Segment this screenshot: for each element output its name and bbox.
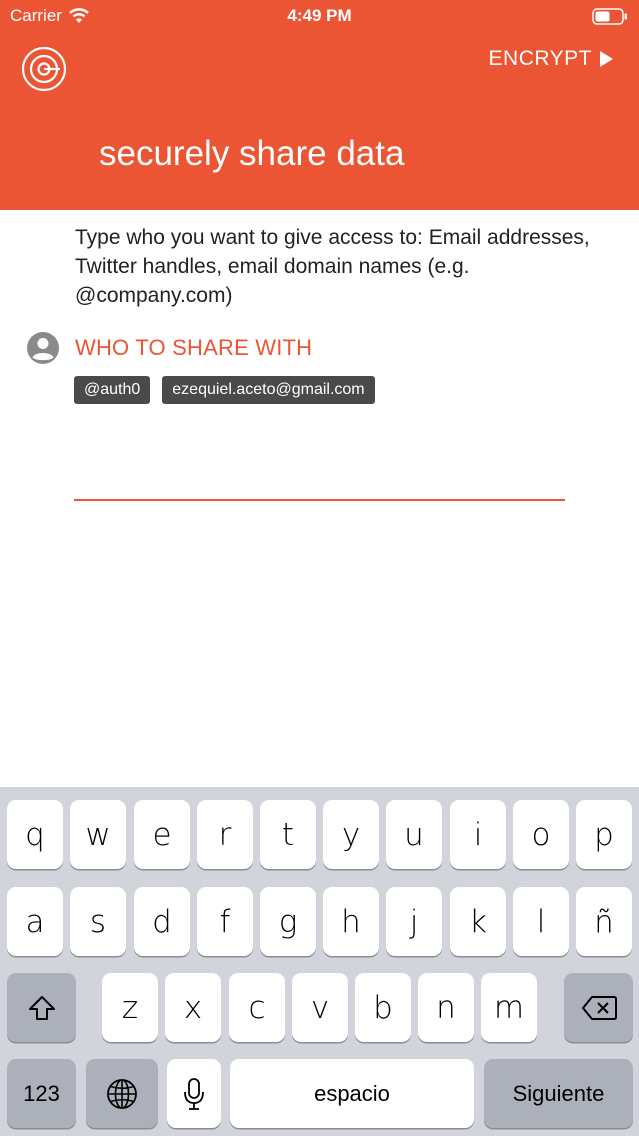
key-q[interactable]: q bbox=[7, 800, 63, 869]
key-h[interactable]: h bbox=[323, 887, 379, 956]
key-w[interactable]: w bbox=[70, 800, 126, 869]
key-j[interactable]: j bbox=[386, 887, 442, 956]
battery-icon bbox=[592, 8, 627, 25]
key-f[interactable]: f bbox=[197, 887, 253, 956]
globe-key[interactable] bbox=[86, 1059, 158, 1128]
app-logo-icon[interactable] bbox=[20, 45, 68, 93]
key-v[interactable]: v bbox=[292, 973, 348, 1042]
recipient-chips: @auth0 ezequiel.aceto@gmail.com bbox=[74, 376, 375, 404]
recipient-chip[interactable]: @auth0 bbox=[74, 376, 151, 404]
globe-icon bbox=[107, 1078, 137, 1109]
page-title: securely share data bbox=[99, 134, 405, 173]
key-e[interactable]: e bbox=[134, 800, 190, 869]
dictation-key[interactable] bbox=[167, 1059, 221, 1128]
instructions-text: Type who you want to give access to: Ema… bbox=[75, 226, 590, 307]
app-header: Carrier 4:49 PM ENCRYPT securely share d… bbox=[0, 0, 639, 210]
key-i[interactable]: i bbox=[450, 800, 506, 869]
key-n[interactable]: n bbox=[418, 973, 474, 1042]
encrypt-button[interactable]: ENCRYPT bbox=[489, 47, 613, 71]
status-time: 4:49 PM bbox=[287, 6, 352, 25]
key-d[interactable]: d bbox=[134, 887, 190, 956]
key-y[interactable]: y bbox=[323, 800, 379, 869]
status-bar: Carrier 4:49 PM bbox=[0, 0, 639, 34]
backspace-key[interactable] bbox=[564, 973, 633, 1042]
share-with-label: WHO TO SHARE WITH bbox=[75, 335, 313, 360]
shift-key[interactable] bbox=[7, 973, 76, 1042]
key-u[interactable]: u bbox=[386, 800, 442, 869]
person-icon bbox=[27, 332, 59, 364]
key-a[interactable]: a bbox=[7, 887, 63, 956]
key-c[interactable]: c bbox=[229, 973, 285, 1042]
key-g[interactable]: g bbox=[260, 887, 316, 956]
key-k[interactable]: k bbox=[450, 887, 506, 956]
microphone-icon bbox=[184, 1077, 204, 1110]
key-b[interactable]: b bbox=[355, 973, 411, 1042]
space-key[interactable]: espacio bbox=[230, 1059, 474, 1128]
key-t[interactable]: t bbox=[260, 800, 316, 869]
key-p[interactable]: p bbox=[576, 800, 632, 869]
encrypt-label: ENCRYPT bbox=[488, 47, 592, 70]
play-icon bbox=[600, 51, 613, 67]
key-l[interactable]: l bbox=[513, 887, 569, 956]
key-r[interactable]: r bbox=[197, 800, 253, 869]
key-x[interactable]: x bbox=[165, 973, 221, 1042]
shift-icon bbox=[28, 995, 55, 1020]
key-z[interactable]: z bbox=[102, 973, 158, 1042]
keyboard: q w e r t y u i o p a s d f g h j k l ñ … bbox=[0, 787, 639, 1136]
recipient-chip[interactable]: ezequiel.aceto@gmail.com bbox=[162, 376, 375, 404]
key-o[interactable]: o bbox=[513, 800, 569, 869]
numbers-key[interactable]: 123 bbox=[7, 1059, 76, 1128]
key-n-tilde[interactable]: ñ bbox=[576, 887, 632, 956]
recipient-input-underline[interactable] bbox=[74, 499, 565, 501]
next-key[interactable]: Siguiente bbox=[484, 1059, 633, 1128]
key-s[interactable]: s bbox=[70, 887, 126, 956]
key-m[interactable]: m bbox=[481, 973, 537, 1042]
backspace-icon bbox=[581, 995, 617, 1020]
